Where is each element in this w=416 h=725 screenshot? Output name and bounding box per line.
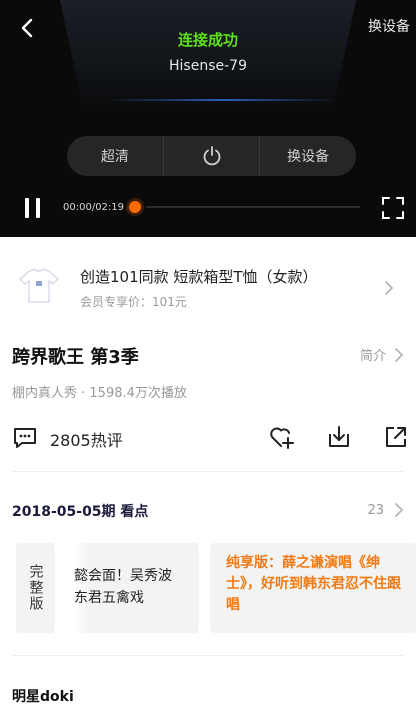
product-price: 会员专享价：101元 <box>80 295 187 309</box>
comment-icon[interactable] <box>12 426 38 450</box>
connection-status: 连接成功 <box>177 31 238 49</box>
product-promo[interactable]: 创造101同款 短款箱型T恤（女款） 会员专享价：101元 <box>0 254 416 320</box>
share-icon[interactable] <box>383 424 409 450</box>
show-meta: 棚内真人秀 · 1598.4万次播放 <box>12 386 187 401</box>
clip-title-line1: 懿会面！吴秀波 <box>74 568 172 584</box>
video-player[interactable]: 换设备 连接成功 Hisense-79 超清 换设备 00:00/02:19 <box>0 0 416 237</box>
pause-icon[interactable] <box>22 196 44 220</box>
divider <box>12 471 404 472</box>
intro-link[interactable]: 简介 <box>360 345 404 364</box>
quality-button[interactable]: 超清 <box>67 136 163 176</box>
progress-handle[interactable] <box>126 198 144 216</box>
star-doki-heading: 明星doki <box>12 689 74 705</box>
product-title: 创造101同款 短款箱型T恤（女款） <box>80 268 318 286</box>
comment-count[interactable]: 2805热评 <box>50 427 123 451</box>
highlight-clip-card[interactable]: 纯享版：薛之谦演唱《绅士》，好听到韩东君忍不住跟唱 <box>210 543 416 633</box>
fullscreen-icon[interactable] <box>381 196 405 220</box>
episode-date-label: 2018-05-05期 看点 <box>12 504 149 520</box>
heart-add-icon[interactable] <box>268 424 294 450</box>
power-button[interactable] <box>162 136 260 176</box>
chevron-right-icon <box>385 281 394 295</box>
show-title: 跨界歌王 第3季 <box>12 347 139 368</box>
full-episode-label: 完整版 <box>27 564 44 612</box>
progress-track[interactable] <box>146 206 360 208</box>
intro-label: 简介 <box>359 349 386 364</box>
episode-count: 23 <box>367 502 384 518</box>
episode-count-link[interactable]: 23 <box>367 502 404 518</box>
tshirt-thumbnail <box>19 268 59 303</box>
power-icon <box>203 146 220 166</box>
change-device-button[interactable]: 换设备 <box>259 136 356 176</box>
action-row: 2805热评 <box>0 420 416 456</box>
cast-control-bar: 超清 换设备 <box>67 136 356 176</box>
tv-screen-graphic <box>60 0 356 112</box>
divider <box>12 655 404 656</box>
highlight-clip-title: 纯享版：薛之谦演唱《绅士》，好听到韩东君忍不住跟唱 <box>226 555 401 613</box>
episode-clip-card[interactable]: 懿会面！吴秀波 东君五禽戏 <box>74 543 199 633</box>
chevron-right-icon <box>395 503 404 517</box>
clip-title-line2: 东君五禽戏 <box>74 590 144 606</box>
full-episode-card[interactable]: 完整版 <box>16 543 55 633</box>
tv-screen-edge <box>108 99 338 101</box>
download-icon[interactable] <box>326 424 352 450</box>
chevron-right-icon <box>395 347 404 362</box>
device-name: Hisense-79 <box>169 58 247 74</box>
playback-time: 00:00/02:19 <box>63 202 125 213</box>
